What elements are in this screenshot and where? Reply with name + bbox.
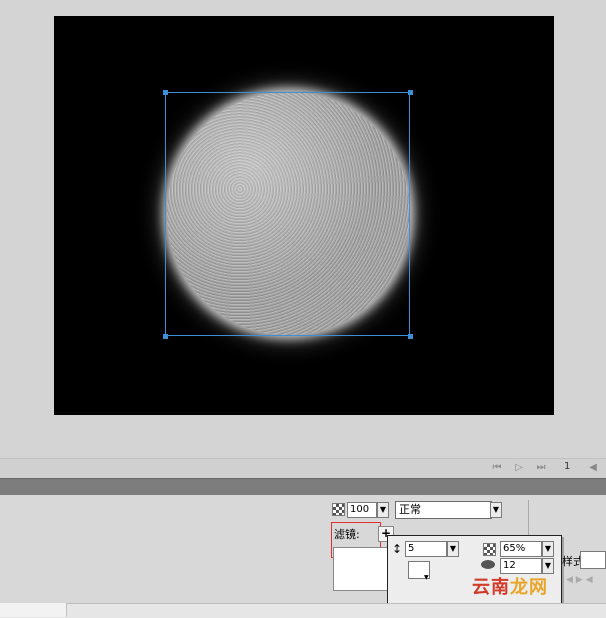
properties-panel-header	[0, 478, 606, 496]
blend-mode-select[interactable]: 正常	[395, 501, 492, 519]
distance-dropdown-arrow-icon[interactable]: ▼	[447, 541, 459, 557]
style-select[interactable]	[580, 551, 606, 569]
resize-handle-bottom-right[interactable]	[408, 334, 413, 339]
selection-bounding-box[interactable]	[165, 92, 410, 336]
resize-handle-top-right[interactable]	[408, 90, 413, 95]
watermark-logo: 云南龙网	[472, 577, 548, 598]
quality-icon	[481, 560, 495, 569]
distance-icon: ↕	[392, 542, 403, 556]
resize-handle-bottom-left[interactable]	[163, 334, 168, 339]
play-icon[interactable]: ▷	[512, 461, 526, 474]
last-frame-icon[interactable]: ⏭	[534, 461, 548, 474]
quality-dropdown-arrow-icon[interactable]: ▼	[542, 558, 554, 574]
alpha-dropdown-arrow-icon[interactable]: ▼	[377, 502, 389, 518]
step-back-icon[interactable]: ◀	[586, 461, 600, 474]
alpha-input[interactable]: 100	[347, 502, 377, 518]
quality-input[interactable]: 12	[500, 558, 542, 574]
filter-list[interactable]	[333, 547, 391, 591]
style-controls: ◀ ▶ ◀	[566, 575, 593, 585]
first-frame-icon[interactable]: ⏮	[490, 461, 504, 474]
alpha-icon	[332, 503, 345, 516]
frame-number: 1	[564, 461, 571, 472]
resize-handle-top-left[interactable]	[163, 90, 168, 95]
bottom-tab[interactable]	[0, 603, 67, 617]
strength-icon	[483, 543, 496, 556]
strength-dropdown-arrow-icon[interactable]: ▼	[542, 541, 554, 557]
filter-label: 滤镜:	[334, 528, 360, 541]
bottom-status-strip	[0, 603, 606, 618]
color-picker-arrow-icon[interactable]: ▼	[424, 574, 429, 581]
blend-mode-dropdown-arrow-icon[interactable]: ▼	[490, 502, 502, 518]
strength-input[interactable]: 65%	[500, 541, 542, 557]
distance-input[interactable]: 5	[405, 541, 447, 557]
